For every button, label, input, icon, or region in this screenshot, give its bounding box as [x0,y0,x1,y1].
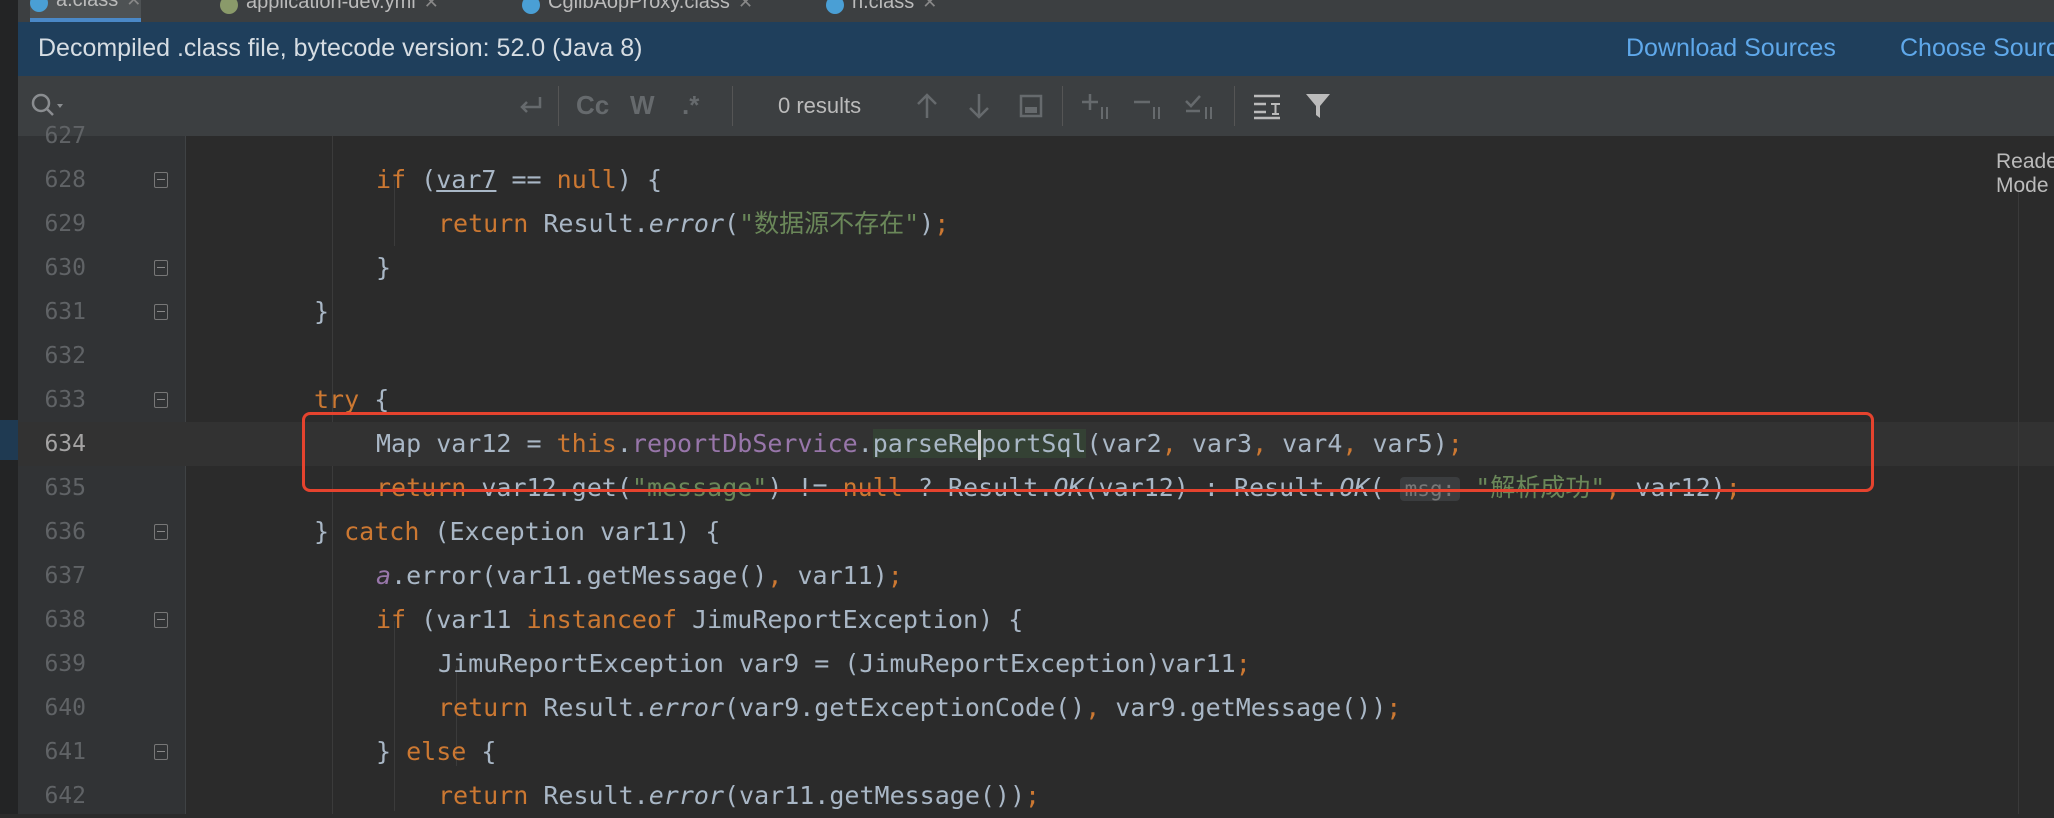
code-text: } catch (Exception var11) { [314,517,721,546]
tab-label: h.class [852,0,915,13]
code-line[interactable]: 627 [18,114,2054,158]
line-number: 635 [44,475,86,501]
reader-mode-label[interactable]: Reader Mode [1996,150,2054,198]
line-number: 632 [44,343,86,369]
choose-sources-link[interactable]: Choose Sources... [1900,34,2054,63]
code-line[interactable]: 632 [18,334,2054,378]
line-number: 634 [44,431,86,457]
class-icon [522,0,540,14]
annotation-highlight-box [302,412,1874,492]
code-line[interactable]: 636 } catch (Exception var11) { [18,510,2054,554]
download-sources-link[interactable]: Download Sources [1626,34,1836,63]
code-line[interactable]: 629 return Result.error("数据源不存在"); [18,202,2054,246]
code-line[interactable]: 639 JimuReportException var9 = (JimuRepo… [18,642,2054,686]
fold-marker[interactable] [154,612,168,628]
tab-cglib-aop-proxy[interactable]: CglibAopProxy.class ✕ [522,0,753,22]
class-icon [826,0,844,14]
fold-marker[interactable] [154,304,168,320]
line-number: 627 [44,123,86,149]
code-text: JimuReportException var9 = (JimuReportEx… [438,649,1251,678]
code-line[interactable]: 641 } else { [18,730,2054,774]
line-number: 637 [44,563,86,589]
code-line[interactable]: 642 return Result.error(var11.getMessage… [18,774,2054,818]
code-line[interactable]: 638 if (var11 instanceof JimuReportExcep… [18,598,2054,642]
line-number: 639 [44,651,86,677]
code-line[interactable]: 640 return Result.error(var9.getExceptio… [18,686,2054,730]
fold-marker[interactable] [154,172,168,188]
tab-application-dev[interactable]: application-dev.yml ✕ [220,0,439,22]
code-line[interactable]: 631 } [18,290,2054,334]
editor-tab-bar: a.class ✕ application-dev.yml ✕ CglibAop… [18,0,2054,22]
code-text: a.error(var11.getMessage(), var11); [376,561,903,590]
right-margin-guide [2018,190,2019,814]
local-variable: var7 [436,165,497,194]
gear-icon [220,0,238,14]
tab-label: application-dev.yml [246,0,416,13]
line-number: 638 [44,607,86,633]
code-text: return Result.error(var9.getExceptionCod… [438,693,1402,722]
string-literal: "数据源不存在" [739,209,920,238]
banner-message: Decompiled .class file, bytecode version… [38,34,643,62]
fold-marker[interactable] [154,744,168,760]
decompiled-banner: Decompiled .class file, bytecode version… [18,22,2054,76]
tab-h-class[interactable]: h.class ✕ [826,0,937,22]
class-icon [30,0,48,12]
tab-a-class[interactable]: a.class ✕ [30,0,142,22]
fold-marker[interactable] [154,524,168,540]
line-number: 631 [44,299,86,325]
line-number: 641 [44,739,86,765]
code-text: return Result.error("数据源不存在"); [438,209,950,238]
code-line[interactable]: 630 } [18,246,2054,290]
code-line[interactable]: 628 if (var7 == null) { [18,158,2054,202]
tab-label: CglibAopProxy.class [548,0,730,13]
line-number: 642 [44,783,86,809]
line-number: 630 [44,255,86,281]
code-text: return Result.error(var11.getMessage()); [438,781,1041,810]
class-reference: JimuReportException [692,605,979,634]
code-line[interactable]: 637 a.error(var11.getMessage(), var11); [18,554,2054,598]
code-text: } [376,253,392,282]
close-icon[interactable]: ✕ [922,0,937,13]
close-icon[interactable]: ✕ [424,0,439,13]
line-number: 629 [44,211,86,237]
left-tool-strip [0,0,18,814]
fold-marker[interactable] [154,260,168,276]
close-icon[interactable]: ✕ [738,0,753,13]
fold-marker[interactable] [154,392,168,408]
code-text: } [314,297,330,326]
tab-label: a.class [56,0,118,12]
line-number: 636 [44,519,86,545]
close-icon[interactable]: ✕ [126,0,141,11]
line-number: 633 [44,387,86,413]
code-text: if (var7 == null) { [376,165,663,194]
code-text: if (var11 instanceof JimuReportException… [376,605,1024,634]
line-number: 628 [44,167,86,193]
code-text: } else { [376,737,497,766]
tool-strip-marker [0,420,18,460]
line-number: 640 [44,695,86,721]
